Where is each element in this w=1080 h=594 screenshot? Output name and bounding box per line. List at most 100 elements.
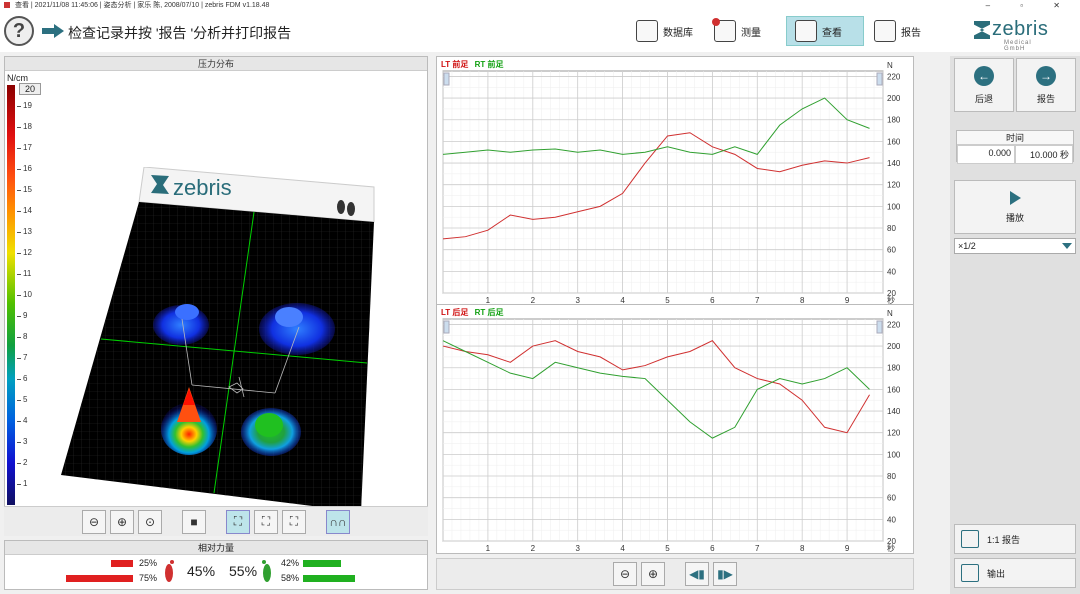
right-forefoot-bar	[303, 560, 341, 567]
right-forefoot-pct: 42%	[281, 558, 300, 568]
pressure-unit: N/cm	[7, 73, 28, 83]
time-start-field[interactable]: 0.000	[957, 145, 1015, 164]
scale-tick-label: 12	[23, 248, 32, 257]
pressure-3d-view[interactable]: zebris	[49, 167, 379, 527]
scale-tick-mark	[17, 421, 21, 422]
x-tick-label: 4	[620, 544, 625, 553]
scale-tick-mark	[17, 484, 21, 485]
zoom-out-icon: ⊖	[88, 514, 100, 529]
view-cop-button[interactable]: ⛶	[282, 509, 306, 534]
view-3d-button[interactable]: ⛶	[226, 509, 250, 534]
nav-view-button[interactable]: 查看	[786, 16, 864, 46]
x-tick-label: 1	[486, 544, 491, 553]
scale-tick-mark	[17, 190, 21, 191]
zoom-reset-icon: ⊙	[144, 514, 156, 529]
arrow-right-circle-icon: →	[1036, 65, 1056, 86]
scale-tick-mark	[17, 463, 21, 464]
scale-tick-label: 1	[23, 479, 28, 488]
scale-tick-label: 14	[23, 206, 32, 215]
play-button[interactable]: 播放	[954, 180, 1076, 234]
scale-tick-label: 8	[23, 332, 28, 341]
zoom-reset-button[interactable]: ⊙	[138, 509, 162, 534]
chart-zoom-in-button[interactable]: ⊕	[641, 562, 665, 586]
scale-tick-label: 5	[23, 395, 28, 404]
scale-tick-label: 2	[23, 458, 28, 467]
legend-rt-rearfoot: RT 后足	[474, 308, 504, 317]
pressure-panel: 压力分布 N/cm 20 19 18 17 16 15 14 13 12 11 10 9 8 7 6 5 4 3…	[4, 56, 428, 534]
export-icon	[961, 564, 979, 582]
scale-tick-mark	[17, 442, 21, 443]
scale-tick-label: 9	[23, 311, 28, 320]
arrow-right-icon	[42, 24, 64, 38]
view-2d-button[interactable]: ⛶	[254, 509, 278, 534]
feet-cop-icon: ⛶	[289, 514, 299, 528]
scroll-handle-right	[876, 320, 883, 334]
nav-database-button[interactable]: 数据库	[628, 16, 701, 46]
report-11-button[interactable]: 1:1 报告	[954, 524, 1076, 554]
plot-area	[442, 70, 884, 294]
x-tick-label: 6	[710, 544, 715, 553]
window-titlebar: 查看 | 2021/11/08 11:45:06 | 姿态分析 | 家乐 陈, …	[0, 0, 1080, 12]
pressure-scale: 19 18 17 16 15 14 13 12 11 10 9 8 7 6 5 4 3 2 1	[17, 85, 47, 505]
y-tick-label: 180	[887, 364, 901, 373]
right-rearfoot-bar	[303, 575, 356, 582]
back-button[interactable]: ← 后退	[954, 58, 1014, 112]
scale-tick-label: 17	[23, 143, 32, 152]
scale-tick-mark	[17, 400, 21, 401]
zoom-in-button[interactable]: ⊕	[110, 509, 134, 534]
scale-tick-label: 7	[23, 353, 28, 362]
scale-tick-mark	[17, 274, 21, 275]
pressure-toolbar: ⊖ ⊕ ⊙ ■ ⛶ ⛶ ⛶ ∩∩	[4, 506, 428, 536]
view-outline-button[interactable]: ∩∩	[326, 509, 350, 534]
speed-select[interactable]: ×1/2	[954, 238, 1076, 254]
y-tick-label: 140	[887, 159, 901, 168]
scroll-handle-left	[443, 72, 450, 86]
feet-3d-icon: ⛶	[233, 514, 243, 528]
time-label: 时间	[957, 131, 1073, 145]
x-unit-label: 秒	[887, 543, 895, 553]
scale-tick-label: 10	[23, 290, 32, 299]
plot-area	[442, 318, 884, 542]
export-button[interactable]: 输出	[954, 558, 1076, 588]
scale-tick-mark	[17, 253, 21, 254]
scale-tick-mark	[17, 379, 21, 380]
y-tick-label: 80	[887, 224, 896, 233]
scale-tick-label: 15	[23, 185, 32, 194]
step-back-button[interactable]: ◀▮	[685, 562, 709, 586]
y-tick-label: 180	[887, 116, 901, 125]
legend-lt-forefoot: LT 前足	[441, 60, 469, 69]
rearfoot-chart-panel: 1 2 3 4 5 6 7 8 9 20 40 60 80 100 120 140 160 180 200 220 N 秒…	[436, 304, 914, 554]
rearfoot-chart[interactable]: 1 2 3 4 5 6 7 8 920406080100120140160180200220N秒	[437, 305, 915, 555]
zoom-out-button[interactable]: ⊖	[82, 509, 106, 534]
scroll-handle-left	[443, 320, 450, 334]
time-end-field[interactable]: 10.000 秒	[1015, 145, 1073, 164]
pressure-colorbar	[7, 85, 15, 505]
color-mode-button[interactable]: ■	[182, 509, 206, 534]
step-forward-icon: ▮▶	[717, 567, 733, 581]
step-forward-button[interactable]: ▮▶	[713, 562, 737, 586]
nav-measure-button[interactable]: 测量	[706, 16, 769, 46]
forefoot-chart[interactable]: 1 2 3 4 5 6 7 8 920406080100120140160180200220N秒	[437, 57, 915, 307]
zoom-out-icon: ⊖	[619, 567, 631, 581]
help-button[interactable]: ?	[4, 16, 34, 46]
relative-force-header: 相对力量	[5, 541, 427, 555]
nav-report-button[interactable]: 报告	[866, 16, 929, 46]
y-tick-label: 40	[887, 267, 896, 276]
y-unit-label: N	[887, 309, 893, 318]
left-rearfoot-bar	[65, 575, 133, 582]
pressure-header: 压力分布	[5, 57, 427, 71]
chevron-down-icon	[1062, 243, 1072, 249]
chart-zoom-out-button[interactable]: ⊖	[613, 562, 637, 586]
y-tick-label: 120	[887, 181, 901, 190]
measure-icon	[712, 18, 736, 42]
y-tick-label: 80	[887, 472, 896, 481]
feet-report-icon	[961, 530, 979, 548]
scale-tick-label: 3	[23, 437, 28, 446]
right-rearfoot-pct: 58%	[281, 573, 300, 583]
scale-tick-mark	[17, 316, 21, 317]
y-tick-label: 160	[887, 385, 901, 394]
report-button[interactable]: → 报告	[1016, 58, 1076, 112]
y-tick-label: 40	[887, 515, 896, 524]
window-controls[interactable]: – ▫ ✕	[986, 0, 1074, 12]
y-tick-label: 220	[887, 320, 901, 329]
